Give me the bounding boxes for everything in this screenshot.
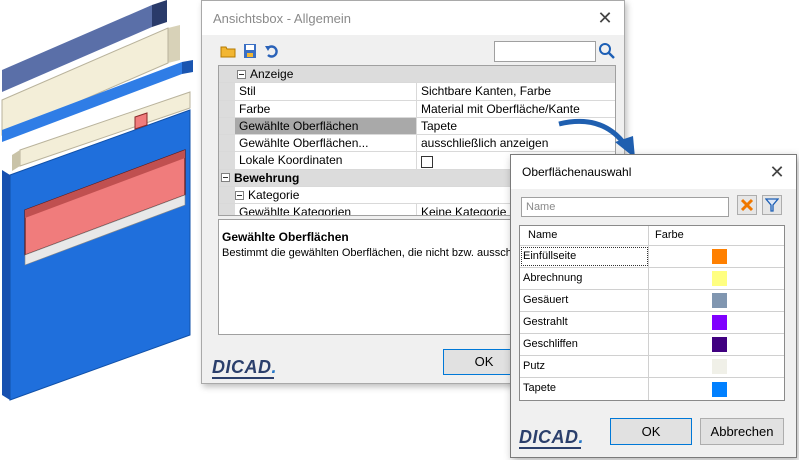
wall-model-illustration bbox=[1, 0, 193, 401]
clear-filter-button[interactable] bbox=[737, 195, 757, 215]
search-input[interactable] bbox=[494, 41, 596, 62]
filter-button[interactable] bbox=[762, 195, 782, 215]
filter-icon bbox=[765, 198, 779, 212]
color-swatch bbox=[712, 359, 727, 374]
dialog-titlebar: Oberflächenauswahl ✕ bbox=[511, 155, 796, 189]
list-item[interactable]: Einfüllseite bbox=[520, 246, 784, 268]
local-coordinates-checkbox[interactable] bbox=[421, 155, 433, 168]
ok-button[interactable]: OK bbox=[610, 418, 692, 445]
close-icon[interactable]: ✕ bbox=[768, 163, 786, 181]
color-swatch bbox=[712, 337, 727, 352]
column-color[interactable]: Farbe bbox=[649, 226, 784, 245]
column-name[interactable]: Name bbox=[520, 226, 649, 245]
surface-list: Name Farbe Einfüllseite Abrechnung Gesäu… bbox=[519, 225, 785, 401]
toolbar bbox=[220, 43, 280, 59]
list-item[interactable]: Geschliffen bbox=[520, 334, 784, 356]
dicad-logo: DICAD. bbox=[519, 427, 585, 447]
color-swatch bbox=[712, 293, 727, 308]
surface-selection-dialog: Oberflächenauswahl ✕ Name Name Farbe Ein… bbox=[510, 154, 797, 458]
category-anzeige[interactable]: Anzeige bbox=[219, 66, 615, 84]
save-icon[interactable] bbox=[242, 43, 258, 59]
color-swatch bbox=[712, 249, 727, 264]
color-swatch bbox=[712, 315, 727, 330]
list-item[interactable]: Abrechnung bbox=[520, 268, 784, 290]
list-item[interactable]: Gesäuert bbox=[520, 290, 784, 312]
collapse-icon[interactable] bbox=[221, 173, 230, 183]
collapse-icon[interactable] bbox=[235, 190, 244, 200]
logo-underline bbox=[212, 377, 274, 379]
property-row-stil[interactable]: Stil Sichtbare Kanten, Farbe bbox=[219, 83, 615, 101]
color-swatch bbox=[712, 271, 727, 286]
color-swatch bbox=[712, 381, 727, 397]
name-filter-input[interactable]: Name bbox=[521, 197, 729, 217]
cancel-button[interactable]: Abbrechen bbox=[700, 418, 784, 445]
search-icon[interactable] bbox=[598, 42, 616, 60]
open-folder-icon[interactable] bbox=[220, 43, 236, 59]
clear-icon bbox=[740, 198, 754, 212]
list-header: Name Farbe bbox=[520, 226, 784, 246]
logo-underline bbox=[519, 447, 581, 449]
list-item[interactable]: Tapete bbox=[520, 378, 784, 400]
dialog-title: Oberflächenauswahl bbox=[522, 165, 632, 179]
dialog-title: Ansichtsbox - Allgemein bbox=[213, 10, 352, 26]
collapse-icon[interactable] bbox=[237, 69, 246, 79]
undo-icon[interactable] bbox=[264, 43, 280, 59]
dicad-logo: DICAD. bbox=[212, 357, 278, 377]
list-item[interactable]: Putz bbox=[520, 356, 784, 378]
dialog-titlebar: Ansichtsbox - Allgemein ✕ bbox=[202, 1, 624, 35]
list-item[interactable]: Gestrahlt bbox=[520, 312, 784, 334]
close-icon[interactable]: ✕ bbox=[596, 9, 614, 27]
